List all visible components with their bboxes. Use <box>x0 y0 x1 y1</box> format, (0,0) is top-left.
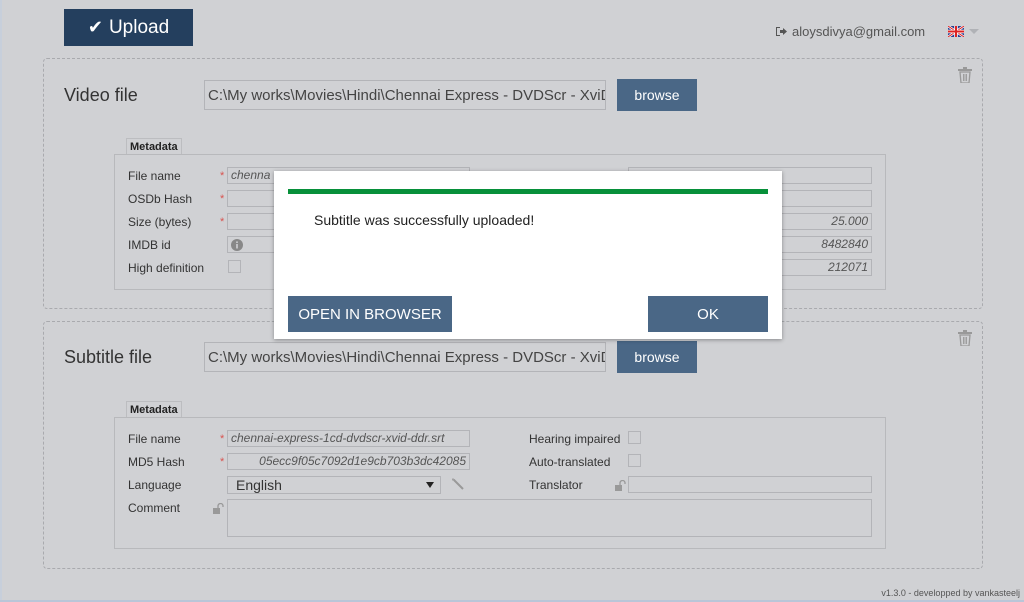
auto-translated-label: Auto-translated <box>529 455 611 469</box>
md5-hash-label: MD5 Hash <box>128 455 185 469</box>
high-definition-checkbox[interactable] <box>228 260 241 273</box>
video-metadata-tab[interactable]: Metadata <box>126 138 182 154</box>
success-message: Subtitle was successfully uploaded! <box>314 212 535 228</box>
video-path-input[interactable]: C:\My works\Movies\Hindi\Chennai Express… <box>204 80 606 110</box>
subtitle-file-title: Subtitle file <box>64 347 153 367</box>
dropdown-arrow-icon <box>426 482 434 488</box>
imdb-id-label: IMDB id <box>128 238 171 252</box>
language-label: Language <box>128 478 182 492</box>
auto-translated-checkbox[interactable] <box>628 454 641 467</box>
video-file-title: Video file <box>64 85 138 105</box>
language-dropdown-caret-icon[interactable] <box>969 29 979 34</box>
footer-credits: v1.3.0 - developped by vankasteelj <box>881 588 1020 598</box>
trash-icon[interactable] <box>958 330 972 346</box>
language-selected: English <box>236 477 282 493</box>
md5-hash-field[interactable]: 05ecc9f05c7092d1e9cb703b3dc42085 <box>227 453 470 470</box>
required-marker: * <box>220 456 225 468</box>
subtitle-file-name-field[interactable]: chennai-express-1cd-dvdscr-xvid-ddr.srt <box>227 430 470 447</box>
subtitle-file-section: Subtitle file C:\My works\Movies\Hindi\C… <box>43 321 983 569</box>
upload-button[interactable]: ✔ Upload <box>64 9 193 46</box>
comment-label: Comment <box>128 501 181 515</box>
high-definition-label: High definition <box>128 261 205 275</box>
info-icon[interactable] <box>231 239 243 251</box>
uk-flag-icon[interactable] <box>948 26 964 37</box>
subtitle-path-input[interactable]: C:\My works\Movies\Hindi\Chennai Express… <box>204 342 606 372</box>
hearing-impaired-checkbox[interactable] <box>628 431 641 444</box>
unlock-icon[interactable] <box>213 503 225 514</box>
user-email: aloysdivya@gmail.com <box>792 24 926 39</box>
comment-textarea[interactable] <box>227 499 872 537</box>
subtitle-file-name-label: File name <box>128 432 181 446</box>
video-file-name-label: File name <box>128 169 181 183</box>
unlock-icon[interactable] <box>615 480 627 491</box>
size-label: Size (bytes) <box>128 215 192 229</box>
upload-success-dialog: Subtitle was successfully uploaded! OPEN… <box>274 171 782 339</box>
translator-label: Translator <box>529 478 583 492</box>
trash-icon[interactable] <box>958 67 972 83</box>
magic-wand-icon[interactable] <box>452 478 464 490</box>
video-browse-button[interactable]: browse <box>617 79 697 111</box>
subtitle-metadata-tab[interactable]: Metadata <box>126 401 182 417</box>
translator-field[interactable] <box>628 476 872 493</box>
ok-button[interactable]: OK <box>648 296 768 332</box>
required-marker: * <box>220 170 225 182</box>
subtitle-metadata-box: File name * chennai-express-1cd-dvdscr-x… <box>114 417 886 549</box>
hearing-impaired-label: Hearing impaired <box>529 432 621 446</box>
sign-out-icon <box>776 27 787 36</box>
open-in-browser-button[interactable]: OPEN IN BROWSER <box>288 296 452 332</box>
user-account[interactable]: aloysdivya@gmail.com <box>775 24 925 39</box>
osdb-hash-label: OSDb Hash <box>128 192 193 206</box>
required-marker: * <box>220 193 225 205</box>
subtitle-browse-button[interactable]: browse <box>617 341 697 373</box>
check-icon: ✔ <box>87 17 103 37</box>
required-marker: * <box>220 433 225 445</box>
required-marker: * <box>220 216 225 228</box>
upload-label: Upload <box>108 16 170 38</box>
language-select[interactable]: English <box>227 476 441 494</box>
success-status-bar <box>288 189 768 194</box>
window-edge <box>0 0 2 602</box>
